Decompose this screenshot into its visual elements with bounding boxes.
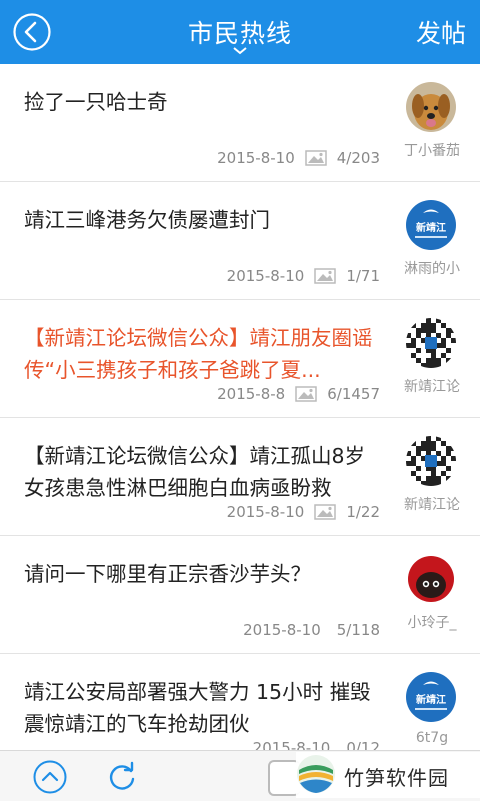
user-name[interactable]: 6t7g [392, 730, 472, 746]
post-meta: 2015-8-10 0/12 [253, 739, 380, 750]
post-title[interactable]: 【新靖江论坛微信公众】靖江孤山8岁女孩患急性淋巴细胞白血病亟盼救 [24, 440, 380, 504]
post-title[interactable]: 请问一下哪里有正宗香沙芋头？ [24, 558, 380, 590]
post-title[interactable]: 捡了一只哈士奇 [24, 86, 380, 118]
xinjingjiang-logo-avatar[interactable]: 新靖江 [406, 200, 456, 250]
reply-view-count: 1/22 [346, 503, 380, 521]
list-item[interactable]: 请问一下哪里有正宗香沙芋头？ 2015-8-10 5/118 小玲子_ [0, 536, 480, 654]
watermark-text: 竹笋软件园 [344, 766, 449, 790]
post-date: 2015-8-10 [226, 503, 305, 521]
list-item[interactable]: 【新靖江论坛微信公众】靖江朋友圈谣传“小三携孩子和孩子爸跳了夏... 2015-8… [0, 300, 480, 418]
svg-text:新靖江: 新靖江 [416, 693, 446, 706]
list-item[interactable]: 捡了一只哈士奇 2015-8-10 4/203 丁小番茄 [0, 64, 480, 182]
xinjingjiang-logo-avatar[interactable]: 新靖江 [406, 672, 456, 722]
dog-avatar[interactable] [406, 82, 456, 132]
user-name[interactable]: 新靖江论 [392, 376, 472, 396]
cartoon-girl-avatar[interactable] [406, 554, 456, 604]
post-button[interactable]: 发帖 [416, 14, 466, 50]
post-title[interactable]: 【新靖江论坛微信公众】靖江朋友圈谣传“小三携孩子和孩子爸跳了夏... [24, 322, 380, 386]
post-meta: 2015-8-10 5/118 [243, 621, 380, 639]
post-date: 2015-8-10 [226, 267, 305, 285]
list-item[interactable]: 靖江三峰港务欠债屡遭封门 2015-8-10 1/71 新靖江淋雨的小 [0, 182, 480, 300]
image-icon [314, 504, 337, 520]
post-date: 2015-8-8 [217, 385, 286, 403]
svg-text:新靖江: 新靖江 [416, 221, 446, 234]
user-name[interactable]: 淋雨的小 [392, 258, 472, 278]
image-icon [295, 386, 317, 402]
user-name[interactable]: 小玲子_ [392, 612, 472, 632]
list-item[interactable]: 靖江公安局部署强大警力 15小时 摧毁震惊靖江的飞车抢劫团伙 2015-8-10 0… [0, 654, 480, 750]
post-title[interactable]: 靖江三峰港务欠债屡遭封门 [24, 204, 380, 236]
top-bar: 市民热线 发帖 [0, 0, 480, 64]
reply-view-count: 6/1457 [327, 385, 380, 403]
post-meta: 2015-8-10 1/71 [227, 267, 380, 285]
reply-view-count: 0/12 [346, 739, 380, 750]
scroll-top-icon[interactable] [32, 759, 68, 795]
reply-view-count: 4/203 [336, 149, 380, 167]
qrcode-avatar[interactable] [406, 318, 456, 368]
post-date: 2015-8-10 [243, 621, 321, 639]
reply-view-count: 5/118 [336, 621, 380, 639]
post-meta: 2015-8-10 4/203 [217, 149, 380, 167]
qrcode-avatar[interactable] [406, 436, 456, 486]
image-icon [314, 268, 337, 284]
post-title[interactable]: 靖江公安局部署强大警力 15小时 摧毁震惊靖江的飞车抢劫团伙 [24, 676, 380, 740]
bamboo-logo-icon [297, 755, 335, 793]
post-list[interactable]: 捡了一只哈士奇 2015-8-10 4/203 丁小番茄靖江三峰港务欠债屡遭封门 201… [0, 64, 480, 750]
list-item[interactable]: 【新靖江论坛微信公众】靖江孤山8岁女孩患急性淋巴细胞白血病亟盼救 2015-8-1… [0, 418, 480, 536]
image-icon [305, 150, 327, 166]
reply-view-count: 1/71 [346, 267, 380, 285]
post-date: 2015-8-10 [252, 739, 331, 750]
page-title[interactable]: 市民热线 [0, 14, 480, 50]
refresh-icon[interactable] [104, 759, 140, 795]
post-meta: 2015-8-8 6/1457 [217, 385, 380, 403]
user-name[interactable]: 丁小番茄 [392, 140, 472, 160]
user-name[interactable]: 新靖江论 [392, 494, 472, 514]
chevron-down-icon[interactable] [232, 46, 248, 56]
post-date: 2015-8-10 [217, 149, 295, 167]
post-meta: 2015-8-10 1/22 [227, 503, 380, 521]
watermark: 竹笋软件园 [296, 752, 480, 798]
